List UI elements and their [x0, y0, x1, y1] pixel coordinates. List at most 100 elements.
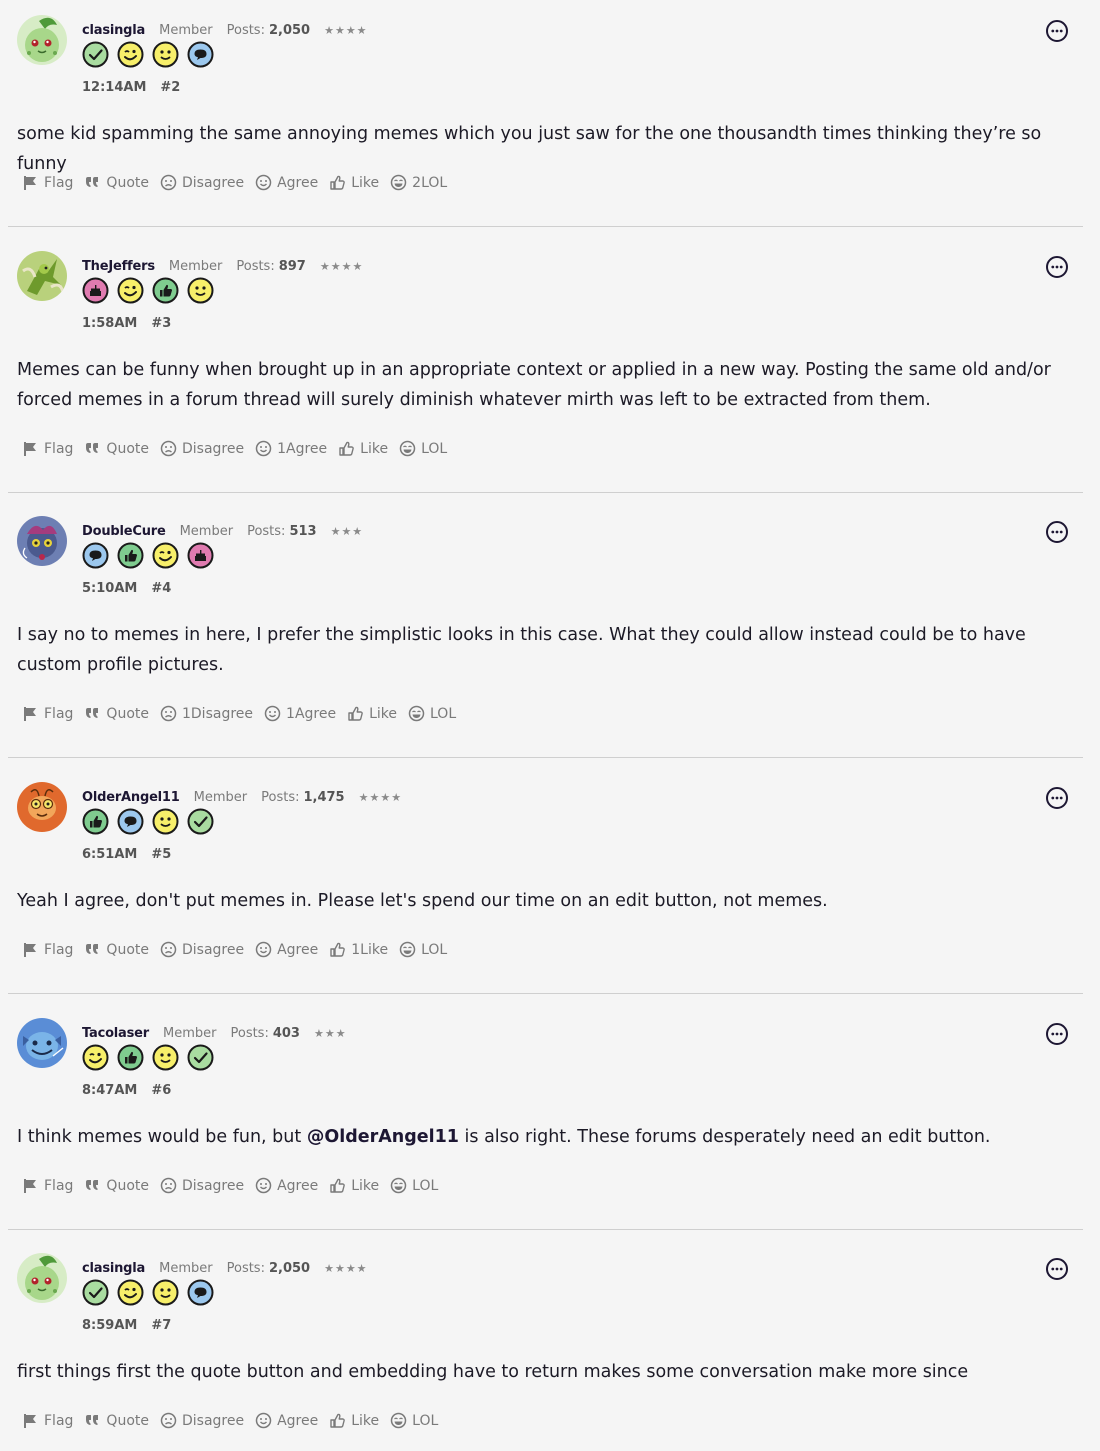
avatar[interactable]	[17, 516, 67, 566]
disagree-button[interactable]: Disagree	[160, 941, 244, 958]
avatar[interactable]	[17, 1018, 67, 1068]
flag-button[interactable]: Flag	[22, 941, 73, 958]
post-timestamp[interactable]: 6:51AM	[82, 847, 137, 862]
speech-badge[interactable]	[187, 1279, 214, 1306]
disagree-button[interactable]: Disagree	[160, 440, 244, 457]
cake-badge[interactable]	[187, 542, 214, 569]
check-badge[interactable]	[82, 41, 109, 68]
speech-badge[interactable]	[187, 41, 214, 68]
post-number-link[interactable]: #2	[160, 80, 180, 95]
quote-button[interactable]: Quote	[84, 174, 149, 191]
post-text: first things first the quote button and …	[17, 1362, 969, 1382]
post-body: I say no to memes in here, I prefer the …	[17, 620, 1085, 680]
username-link[interactable]: TheJeffers	[82, 259, 155, 274]
agree-button[interactable]: 1 Agree	[255, 440, 327, 457]
flag-button[interactable]: Flag	[22, 440, 73, 457]
check-badge[interactable]	[187, 1044, 214, 1071]
post-options-button[interactable]	[1045, 255, 1069, 279]
username-link[interactable]: clasingla	[82, 23, 145, 38]
lol-button[interactable]: 2 LOL	[390, 174, 447, 191]
speech-badge[interactable]	[82, 542, 109, 569]
like-button[interactable]: Like	[329, 174, 379, 191]
lol-button[interactable]: LOL	[390, 1177, 438, 1194]
wink-badge[interactable]	[117, 277, 144, 304]
disagree-button[interactable]: Disagree	[160, 174, 244, 191]
username-link[interactable]: DoubleCure	[82, 524, 166, 539]
smile-badge[interactable]	[152, 1044, 179, 1071]
user-mention-link[interactable]: @OlderAngel11	[307, 1127, 459, 1147]
post-body: Memes can be funny when brought up in an…	[17, 355, 1085, 415]
check-badge[interactable]	[82, 1279, 109, 1306]
smile-badge[interactable]	[152, 1279, 179, 1306]
post-timestamp[interactable]: 8:59AM	[82, 1318, 137, 1333]
username-link[interactable]: clasingla	[82, 1261, 145, 1276]
agree-button[interactable]: Agree	[255, 941, 318, 958]
lol-button[interactable]: LOL	[408, 705, 456, 722]
user-badges	[82, 808, 222, 836]
more-icon	[1045, 1022, 1069, 1046]
like-button[interactable]: Like	[329, 1177, 379, 1194]
thumbs-up-badge[interactable]	[117, 1044, 144, 1071]
smile-badge[interactable]	[152, 808, 179, 835]
disagree-button[interactable]: Disagree	[160, 1412, 244, 1429]
quote-button[interactable]: Quote	[84, 1177, 149, 1194]
like-button[interactable]: 1 Like	[329, 941, 388, 958]
post-options-button[interactable]	[1045, 786, 1069, 810]
post-options-button[interactable]	[1045, 520, 1069, 544]
username-link[interactable]: OlderAngel11	[82, 790, 180, 805]
post-timestamp[interactable]: 12:14AM	[82, 80, 146, 95]
like-button[interactable]: Like	[329, 1412, 379, 1429]
quote-button[interactable]: Quote	[84, 440, 149, 457]
post-number-link[interactable]: #4	[151, 581, 171, 596]
flag-button[interactable]: Flag	[22, 1412, 73, 1429]
user-badges	[82, 1044, 222, 1072]
avatar[interactable]	[17, 251, 67, 301]
cake-badge[interactable]	[82, 277, 109, 304]
wink-badge[interactable]	[82, 1044, 109, 1071]
quote-button[interactable]: Quote	[84, 705, 149, 722]
wink-badge[interactable]	[117, 1279, 144, 1306]
speech-badge[interactable]	[117, 808, 144, 835]
disagree-button[interactable]: Disagree	[160, 1177, 244, 1194]
username-link[interactable]: Tacolaser	[82, 1026, 149, 1041]
post-number-link[interactable]: #5	[151, 847, 171, 862]
flag-button[interactable]: Flag	[22, 1177, 73, 1194]
thumbs-up-badge[interactable]	[82, 808, 109, 835]
disagree-button[interactable]: 1 Disagree	[160, 705, 253, 722]
agree-button[interactable]: Agree	[255, 174, 318, 191]
lol-button[interactable]: LOL	[399, 941, 447, 958]
quote-button[interactable]: Quote	[84, 1412, 149, 1429]
wink-badge[interactable]	[117, 41, 144, 68]
post-number-link[interactable]: #6	[151, 1083, 171, 1098]
agree-button[interactable]: Agree	[255, 1177, 318, 1194]
like-count: 1	[351, 941, 361, 958]
smile-badge[interactable]	[152, 41, 179, 68]
post-timestamp[interactable]: 8:47AM	[82, 1083, 137, 1098]
lol-button[interactable]: LOL	[399, 440, 447, 457]
check-badge[interactable]	[187, 808, 214, 835]
avatar[interactable]	[17, 782, 67, 832]
agree-count: 1	[277, 440, 287, 457]
post-number-link[interactable]: #3	[151, 316, 171, 331]
like-button[interactable]: Like	[347, 705, 397, 722]
flag-button[interactable]: Flag	[22, 174, 73, 191]
avatar[interactable]	[17, 15, 67, 65]
agree-button[interactable]: Agree	[255, 1412, 318, 1429]
agree-button[interactable]: 1 Agree	[264, 705, 336, 722]
post-options-button[interactable]	[1045, 19, 1069, 43]
post-options-button[interactable]	[1045, 1022, 1069, 1046]
like-button[interactable]: Like	[338, 440, 388, 457]
post-options-button[interactable]	[1045, 1257, 1069, 1281]
thumbs-up-badge[interactable]	[152, 277, 179, 304]
thumbs-up-badge[interactable]	[117, 542, 144, 569]
avatar[interactable]	[17, 1253, 67, 1303]
disagree-label: Disagree	[181, 174, 245, 191]
quote-button[interactable]: Quote	[84, 941, 149, 958]
flag-button[interactable]: Flag	[22, 705, 73, 722]
smile-badge[interactable]	[187, 277, 214, 304]
post-timestamp[interactable]: 5:10AM	[82, 581, 137, 596]
post-number-link[interactable]: #7	[151, 1318, 171, 1333]
wink-badge[interactable]	[152, 542, 179, 569]
lol-button[interactable]: LOL	[390, 1412, 438, 1429]
post-timestamp[interactable]: 1:58AM	[82, 316, 137, 331]
